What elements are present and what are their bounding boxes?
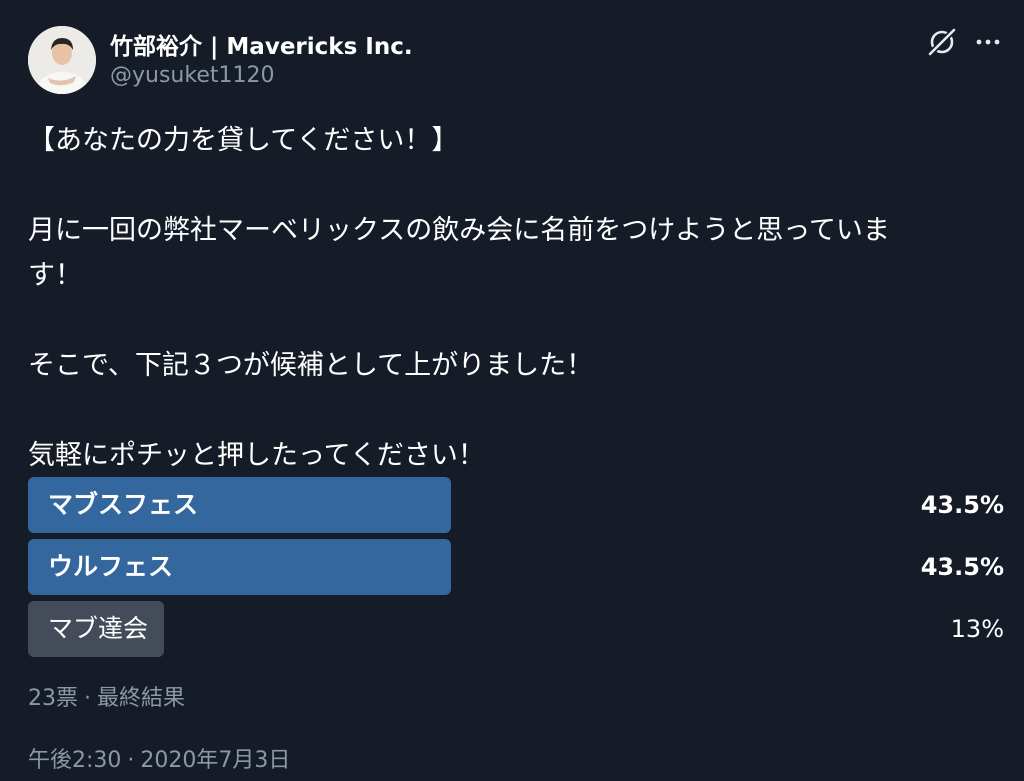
poll-option-label: マブ達会 (48, 614, 149, 643)
author-name[interactable]: 竹部裕介 | Mavericks Inc. (110, 27, 413, 61)
grok-slash-icon[interactable] (924, 24, 960, 60)
tweet-line: そこで、下記３つが候補として上がりました！ (28, 350, 594, 381)
poll-option-3[interactable]: マブ達会 13% (28, 601, 1004, 657)
more-options-icon[interactable] (972, 28, 1004, 56)
poll: マブスフェス 43.5% ウルフェス 43.5% マブ達会 13% (28, 477, 1004, 663)
tweet-line: 月に一回の弊社マーベリックスの飲み会に名前をつけようと思っていま (28, 215, 890, 246)
poll-option-percent: 43.5% (920, 491, 1004, 519)
poll-option-label: マブスフェス (48, 490, 199, 519)
poll-option-1[interactable]: マブスフェス 43.5% (28, 477, 1004, 533)
poll-option-2[interactable]: ウルフェス 43.5% (28, 539, 1004, 595)
tweet-text: 【あなたの力を貸してください！】 月に一回の弊社マーベリックスの飲み会に名前をつ… (28, 118, 988, 478)
timestamp[interactable]: 午後2:30 · 2020年7月3日 (28, 742, 290, 774)
poll-meta: 23票 · 最終結果 (28, 680, 185, 712)
poll-option-label: ウルフェス (48, 552, 174, 581)
poll-option-percent: 43.5% (920, 553, 1004, 581)
poll-status: 最終結果 (97, 686, 186, 711)
tweet-line: す！ (28, 260, 82, 291)
avatar[interactable] (28, 26, 96, 94)
tweet-line: 気軽にポチッと押したってください！ (28, 440, 485, 471)
tweet-line: 【あなたの力を貸してください！】 (28, 125, 459, 156)
author-handle[interactable]: @yusuket1120 (110, 63, 274, 88)
poll-option-percent: 13% (950, 615, 1004, 643)
separator: · (84, 686, 91, 711)
tweet-date[interactable]: 2020年7月3日 (140, 748, 290, 773)
tweet-time[interactable]: 午後2:30 (28, 748, 121, 773)
poll-vote-count[interactable]: 23票 (28, 686, 78, 711)
separator: · (127, 748, 135, 773)
